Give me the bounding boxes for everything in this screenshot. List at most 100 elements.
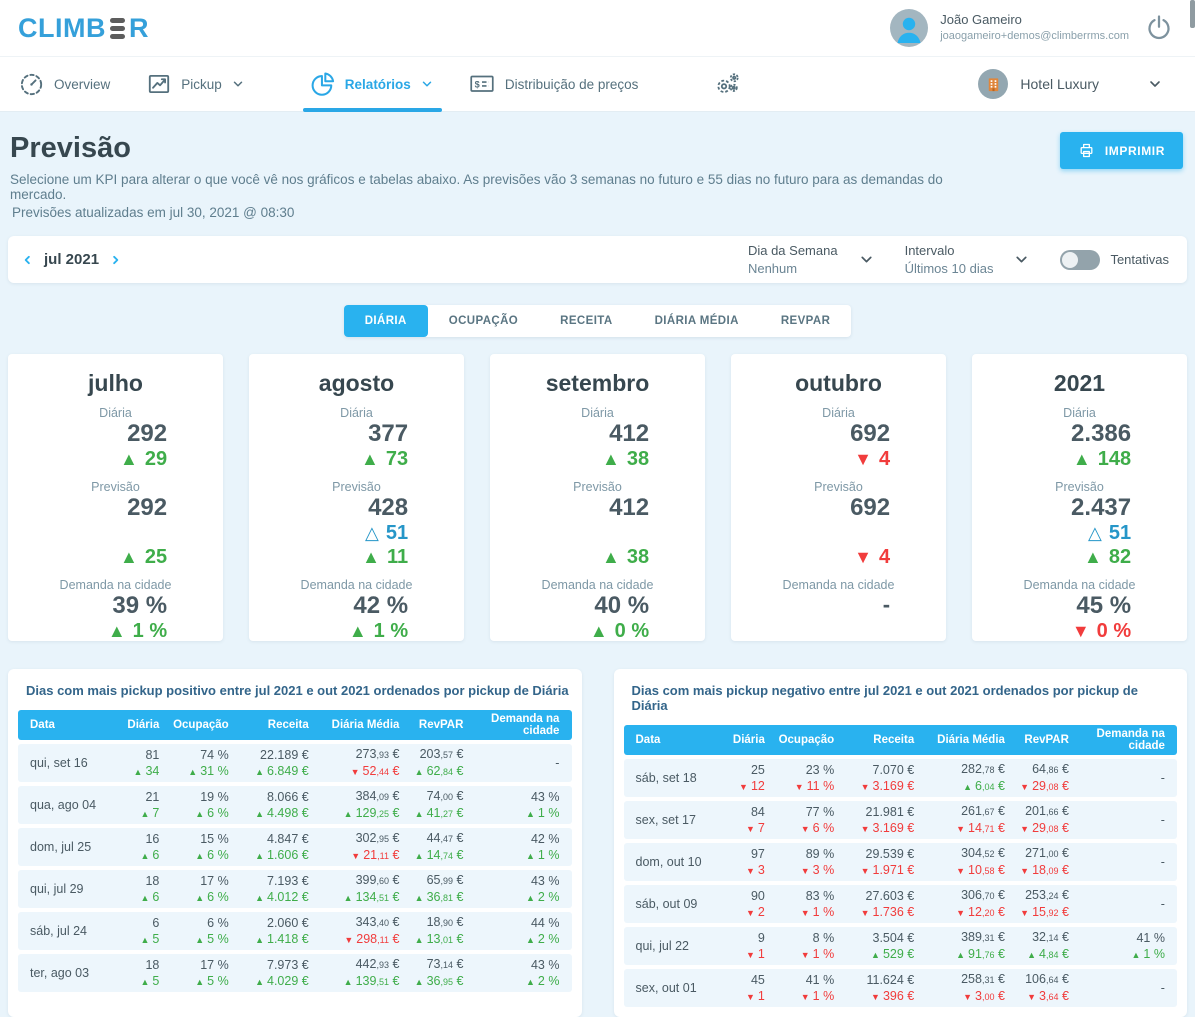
table-row: sáb, out 09 90 ▼ 2 83 % ▼ 1 % 27.603 € ▼ 1.736 € 3… — [623, 885, 1177, 923]
tentativas-toggle[interactable] — [1060, 249, 1101, 270]
interval-select-value: Últimos 10 dias — [904, 260, 994, 276]
kpi-delta: ▲ 25 — [120, 546, 168, 568]
cell-value: 7.193 € — [267, 873, 309, 888]
cell-delta: ▼ 15,92 € — [1020, 905, 1069, 919]
nav-item-label: Pickup — [181, 76, 222, 92]
hotel-selector[interactable]: Hotel Luxury — [978, 69, 1177, 99]
up-triangle-icon: ▲ — [255, 934, 264, 945]
column-header: Diária Média — [331, 719, 400, 731]
demand-value: - — [882, 592, 891, 617]
cell-delta: ▼ 2 — [745, 904, 765, 919]
down-triangle-icon: ▼ — [860, 823, 870, 834]
kpi-delta: ▲ 0 % — [589, 620, 650, 642]
demand-value: 40 % — [594, 592, 650, 619]
tentativas-toggle-wrap: Tentativas — [1060, 249, 1169, 270]
daily-value: 692 — [850, 420, 891, 447]
cell-value: 29.539 € — [865, 846, 915, 861]
cell-delta: ▼ 11 % — [794, 778, 835, 793]
cell-delta: ▲ 31 % — [188, 763, 229, 778]
nav-item-label: Distribuição de preços — [504, 76, 639, 92]
weekday-select[interactable]: Dia da Semana Nenhum — [748, 242, 875, 277]
cell-delta: ▲ 1 % — [525, 805, 560, 820]
nav-item-overview[interactable]: Overview — [18, 57, 110, 111]
up-triangle-icon: ▲ — [871, 949, 880, 960]
down-triangle-icon: ▼ — [956, 866, 966, 876]
vertical-scrollbar[interactable] — [1189, 0, 1195, 965]
cell-delta: ▼ 3 — [745, 862, 765, 877]
interval-select[interactable]: Intervalo Últimos 10 dias — [905, 242, 1031, 277]
tab-diária-média[interactable]: DIÁRIA MÉDIA — [634, 305, 760, 337]
kpi-card-title: outubro — [795, 370, 882, 396]
down-triangle-icon: ▼ — [1020, 782, 1030, 792]
nav-item-relatorios[interactable]: Relatórios — [302, 57, 442, 112]
tab-revpar[interactable]: REVPAR — [760, 305, 851, 337]
cell-delta: ▲ 529 € — [871, 946, 915, 961]
nav-item-precos[interactable]: $ Distribuição de preços — [468, 57, 639, 111]
up-triangle-icon: ▲ — [343, 893, 353, 903]
up-triangle-icon: ▲ — [956, 950, 966, 960]
cell-value: 23 % — [805, 762, 835, 777]
up-triangle-icon: ▲ — [414, 893, 424, 903]
table-row: qui, jul 29 18 ▲ 6 17 % ▲ 6 % 7.193 € ▲ 4.012 € 39… — [18, 870, 572, 908]
demand-label: Demanda na cidade — [541, 578, 654, 592]
previous-month-button[interactable] — [22, 253, 33, 267]
row-date: qua, ago 04 — [30, 798, 97, 812]
kpi-card-setembro: setembro Diária 412 ▲ 38 Previsão 412 ▲ 38 Demand… — [490, 354, 705, 642]
cell-delta: ▼ 1.971 € — [860, 862, 915, 877]
table-row: sáb, set 18 25 ▼ 12 23 % ▼ 11 % 7.070 € ▼ 3.169 €… — [623, 759, 1177, 797]
table-row: ter, ago 03 18 ▲ 5 17 % ▲ 5 % 7.973 € ▲ 4.029 €44… — [18, 954, 572, 992]
up-triangle-icon: ▲ — [195, 976, 205, 987]
user-block: João Gameiro joaogameiro+demos@climberrm… — [890, 9, 1177, 47]
daily-label: Diária — [99, 406, 132, 420]
down-triangle-icon: ▼ — [854, 547, 872, 567]
up-triangle-icon: ▲ — [107, 621, 126, 641]
cell-delta: ▲ 36,81 € — [414, 890, 464, 904]
column-header: Data — [30, 719, 55, 731]
tab-ocupação[interactable]: OCUPAÇÃO — [428, 305, 539, 337]
tentative-up-triangle-icon: △ — [365, 523, 379, 543]
table-row: qua, ago 04 21 ▲ 7 19 % ▲ 6 % 8.066 € ▲ 4.498 € 38… — [18, 786, 572, 824]
forecast-value: 428 — [368, 494, 409, 521]
down-triangle-icon: ▼ — [745, 991, 755, 1002]
cell-delta: ▼ 3 % — [800, 862, 835, 877]
table-row: qui, jul 22 9 ▼ 1 8 % ▼ 1 % 3.504 € ▲ 529 € 389,31… — [623, 927, 1177, 965]
cell-value: 253,24 € — [1025, 888, 1069, 902]
down-triangle-icon: ▼ — [800, 865, 810, 876]
cell-value: - — [1160, 771, 1165, 785]
kpi-card-agosto: agosto Diária 377 ▲ 73 Previsão 428 △ 51 ▲ 11 Deman… — [249, 354, 464, 642]
nav-item-settings[interactable] — [712, 57, 743, 111]
line-chart-icon — [146, 71, 172, 97]
down-triangle-icon: ▼ — [350, 767, 360, 777]
cell-delta: ▼ 3,64 € — [1027, 989, 1069, 1003]
cell-delta: ▼ 396 € — [871, 988, 915, 1003]
cell-value: 18 — [145, 873, 160, 888]
cell-delta: ▼ 18,09 € — [1020, 863, 1069, 877]
cell-value: 302,95 € — [355, 831, 400, 845]
up-triangle-icon: ▲ — [963, 782, 972, 792]
row-date: qui, set 16 — [30, 756, 88, 770]
table-title: Dias com mais pickup positivo entre jul … — [26, 683, 569, 698]
kpi-card-title: julho — [88, 370, 143, 396]
print-button[interactable]: IMPRIMIR — [1059, 132, 1183, 169]
down-triangle-icon: ▼ — [344, 935, 354, 945]
kpi-delta: ▲ 11 — [362, 546, 409, 568]
up-triangle-icon: ▲ — [255, 892, 264, 903]
up-triangle-icon: ▲ — [140, 850, 150, 861]
main-nav: Overview Pickup Relatórios $ Distribuição de… — [0, 57, 1195, 112]
logo-e-bars — [109, 17, 125, 39]
next-month-button[interactable] — [110, 253, 121, 267]
cell-delta: ▼ 1 — [745, 988, 765, 1003]
logout-button[interactable] — [1141, 10, 1177, 46]
cell-value: 77 % — [805, 804, 835, 819]
demand-value: 39 % — [112, 592, 168, 619]
down-triangle-icon: ▼ — [860, 907, 870, 918]
cell-value: 11.624 € — [866, 972, 915, 987]
cell-value: 7.070 € — [872, 762, 915, 777]
nav-item-pickup[interactable]: Pickup — [146, 57, 245, 111]
cell-delta: ▲ 1.606 € — [255, 847, 309, 862]
tab-diária[interactable]: DIÁRIA — [343, 305, 428, 337]
tab-receita[interactable]: RECEITA — [539, 305, 633, 337]
power-icon — [1144, 13, 1174, 43]
down-triangle-icon: ▼ — [800, 907, 810, 918]
demand-value: 42 % — [353, 592, 409, 619]
